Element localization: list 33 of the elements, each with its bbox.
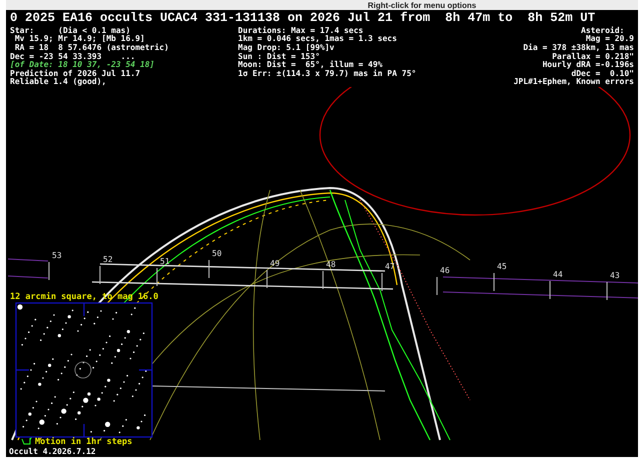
time-tick-label: 53 [52,251,62,260]
event-info-line: 1σ Err: ±(114.3 x 79.7) mas in PA 75° [238,70,418,78]
star-info-line: Prediction of 2026 Jul 11.7 [10,70,142,78]
event-info-line: Moon: Dist = 65°, illum = 49% [238,61,384,70]
time-tick-label: 45 [497,262,507,271]
star-info-line: Mv 15.9; Mr 14.9; [Mb 16.9] [14,35,146,44]
asteroid-info-line: Parallax = 0.218" [552,52,634,61]
star-info-line: Dec = -23 54 33.393 ... [10,52,136,61]
motion-scale-icon [22,438,30,444]
time-tick-label: 52 [103,255,113,264]
event-info-line: Mag Drop: 5.1 [99%]v [238,44,336,52]
motion-label: Motion in 1hr steps [35,437,132,447]
time-tick-label: 51 [160,257,170,266]
event-info-line: Durations: Max = 17.4 secs [238,26,364,35]
version-label: Occult 4.2026.7.12 [9,447,96,456]
asteroid-info-line: Mag = 20.9 [586,35,634,44]
asteroid-info-line: Asteroid: [581,26,626,35]
date-note: [of Date: 18 10 37, -23 54 18] [10,61,156,70]
asteroid-info-line: Hourly dRA =-0.196s [542,61,634,70]
time-tick-label: 46 [440,266,450,275]
time-tick-label: 44 [553,270,563,279]
time-tick-label: 43 [610,271,620,280]
asteroid-info-line: dDec = 0.10" [571,70,634,78]
event-info-line: 1km = 0.046 secs, 1mas = 1.3 secs [238,35,398,44]
star-info-line: Reliable 1.4 (good), [10,78,108,87]
asteroid-info-line: JPL#1+Ephem, Known errors [514,78,634,87]
event-info-line: Sun : Dist = 153° [238,52,321,61]
star-info-line: RA = 18 8 57.6476 (astrometric) [14,44,170,53]
asteroid-info-line: Dia = 378 ±38km, 13 mas [523,44,634,52]
time-tick-label: 50 [212,249,222,258]
event-title: 0 2025 EA16 occults UCAC4 331-131138 on 2026 Jul 21 from 8h 47m to 8h 52m UT [9,10,596,26]
star-info-line: Star: (Dia < 0.1 mas) [10,26,130,35]
toolbar-hint: Right-click for menu options [368,0,476,10]
